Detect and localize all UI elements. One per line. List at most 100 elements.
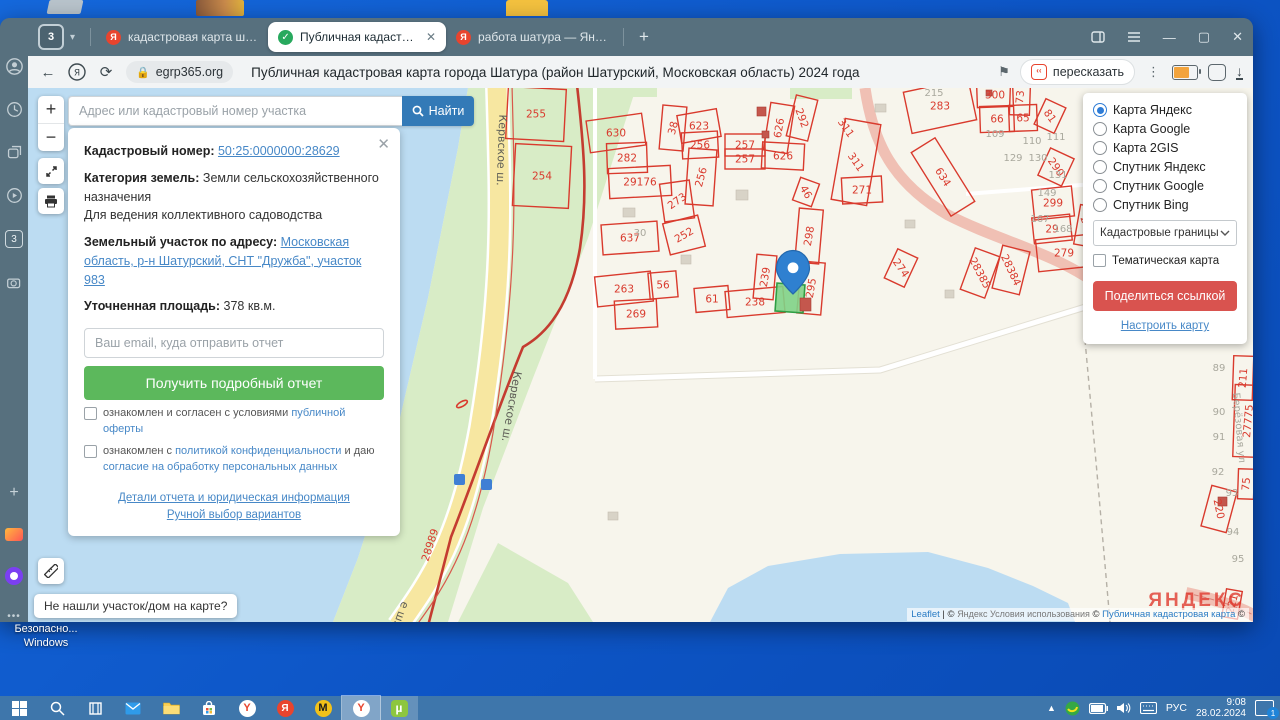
zoom-out-button[interactable]: − (38, 123, 64, 151)
not-found-button[interactable]: Не нашли участок/дом на карте? (34, 594, 237, 618)
extension-icon[interactable] (1208, 64, 1226, 81)
tab-count[interactable]: 3 (38, 24, 64, 50)
map-type-radio-2[interactable]: Карта 2GIS (1093, 141, 1237, 155)
language-indicator[interactable]: РУС (1166, 702, 1187, 714)
get-report-button[interactable]: Получить подробный отчет (84, 366, 384, 400)
tab-group-counter[interactable]: 3 ▾ (38, 24, 79, 50)
add-panel-icon[interactable]: + (9, 484, 18, 502)
microsoft-store-button[interactable] (190, 696, 228, 720)
email-field[interactable] (84, 328, 384, 358)
mail-app-button[interactable] (114, 696, 152, 720)
thematic-label: Тематическая карта (1112, 255, 1219, 267)
search-input[interactable] (68, 96, 402, 126)
taskbar-search-button[interactable] (38, 696, 76, 720)
svg-text:299: 299 (1043, 198, 1063, 210)
utorrent-button[interactable]: µ (380, 696, 418, 720)
volume-icon[interactable] (1117, 702, 1131, 714)
privacy-link[interactable]: политикой конфиденциальности (175, 445, 341, 457)
sidebar-more-icon[interactable]: ••• (7, 611, 21, 622)
battery-saver-icon[interactable] (1172, 65, 1198, 80)
tab-close-icon[interactable]: ✕ (424, 30, 436, 44)
retell-button[interactable]: ‹‹ пересказать (1020, 59, 1135, 85)
search-button[interactable]: Найти (402, 96, 474, 126)
task-view-button[interactable] (76, 696, 114, 720)
side-panel-icon[interactable] (1091, 30, 1105, 44)
offer-checkbox[interactable] (84, 407, 97, 420)
radio-icon[interactable] (1093, 122, 1107, 136)
print-button[interactable] (38, 188, 64, 214)
more-options-icon[interactable]: ⋮ (1145, 64, 1162, 80)
tab-1[interactable]: Я кадастровая карта шатура (96, 22, 268, 52)
antivirus-tray-icon[interactable] (1065, 701, 1080, 716)
map-type-radio-0[interactable]: Карта Яндекс (1093, 103, 1237, 117)
radio-icon[interactable] (1093, 160, 1107, 174)
minimize-button[interactable]: — (1163, 30, 1176, 45)
cad-number-link[interactable]: 50:25:0000000:28629 (218, 144, 340, 158)
privacy-text: ознакомлен с политикой конфиденциальност… (103, 444, 384, 476)
yandex-browser-button[interactable]: Y (228, 696, 266, 720)
radio-icon[interactable] (1093, 179, 1107, 193)
back-icon[interactable]: ← (38, 64, 58, 81)
thematic-checkbox[interactable] (1093, 254, 1106, 267)
refresh-icon[interactable]: ⟳ (96, 63, 116, 81)
tab-3[interactable]: Я работа шатура — Яндекс (446, 22, 618, 52)
desktop-icon[interactable] (506, 0, 548, 16)
new-tab-button[interactable]: + (639, 27, 649, 47)
fullscreen-button[interactable] (38, 158, 64, 184)
history-icon[interactable] (6, 101, 23, 118)
screenshot-icon[interactable] (6, 274, 23, 291)
notification-center-icon[interactable]: 1 (1255, 700, 1274, 716)
yandex-browser-active-button[interactable]: Y (342, 696, 380, 720)
configure-map-link[interactable]: Настроить карту (1093, 320, 1237, 332)
video-icon[interactable] (6, 187, 23, 204)
battery-icon[interactable] (1089, 703, 1108, 714)
collections-icon[interactable] (6, 144, 23, 161)
desktop-icon[interactable] (47, 0, 84, 14)
yandex-terms-link[interactable]: Яндекс Условия использования (957, 609, 1090, 619)
alice-icon[interactable] (5, 567, 23, 585)
desktop-icon[interactable] (196, 0, 244, 16)
map-type-radio-4[interactable]: Спутник Google (1093, 179, 1237, 193)
yandex-mail-icon[interactable] (5, 528, 23, 541)
yandex-browser-icon: Y (353, 700, 370, 717)
maximize-button[interactable]: ▢ (1198, 29, 1210, 45)
share-link-button[interactable]: Поделиться ссылкой (1093, 281, 1237, 311)
zoom-in-button[interactable]: + (38, 96, 64, 123)
keyboard-icon[interactable] (1140, 702, 1157, 714)
consent-link[interactable]: согласие на обработку персональных данны… (103, 461, 337, 473)
radio-icon[interactable] (1093, 198, 1107, 212)
yandex-music-button[interactable]: M (304, 696, 342, 720)
privacy-checkbox[interactable] (84, 445, 97, 458)
close-button[interactable]: ✕ (1232, 29, 1243, 45)
pkk-link[interactable]: Публичная кадастровая карта (1102, 609, 1235, 620)
tab-counter-side[interactable]: 3 (5, 230, 23, 248)
url-chip[interactable]: 🔒 egrp365.org (126, 61, 233, 83)
yandex-app-button[interactable]: Я (266, 696, 304, 720)
desktop-icon-label[interactable]: Безопасно... Windows (0, 622, 92, 651)
map-type-radio-3[interactable]: Спутник Яндекс (1093, 160, 1237, 174)
radio-icon[interactable] (1093, 141, 1107, 155)
manual-choice-link[interactable]: Ручной выбор вариантов (167, 509, 301, 521)
file-explorer-button[interactable] (152, 696, 190, 720)
chevron-down-icon[interactable]: ▾ (66, 30, 79, 45)
taskbar-clock[interactable]: 9:08 28.02.2024 (1196, 697, 1246, 720)
yandex-home-icon[interactable]: Я (68, 63, 86, 81)
svg-text:109: 109 (985, 129, 1004, 140)
bookmark-icon[interactable]: ⚑ (998, 64, 1010, 80)
profile-avatar-icon[interactable] (6, 58, 23, 75)
report-details-link[interactable]: Детали отчета и юридическая информация (118, 492, 350, 504)
map-type-radio-1[interactable]: Карта Google (1093, 122, 1237, 136)
panel-close-icon[interactable]: ✕ (377, 134, 390, 157)
map-type-radio-5[interactable]: Спутник Bing (1093, 198, 1237, 212)
radio-icon[interactable] (1093, 103, 1107, 117)
measure-button[interactable] (38, 558, 64, 584)
layer-select[interactable]: Кадастровые границы (1093, 220, 1237, 246)
start-button[interactable] (0, 696, 38, 720)
menu-icon[interactable] (1127, 31, 1141, 43)
tray-expand-icon[interactable]: ▲ (1047, 703, 1056, 713)
leaflet-link[interactable]: Leaflet (911, 609, 940, 620)
check-favicon: ✓ (278, 30, 293, 45)
svg-text:283: 283 (930, 101, 950, 113)
tab-2-active[interactable]: ✓ Публичная кадастрова ✕ (268, 22, 446, 52)
download-icon[interactable]: ↓ (1236, 65, 1243, 80)
